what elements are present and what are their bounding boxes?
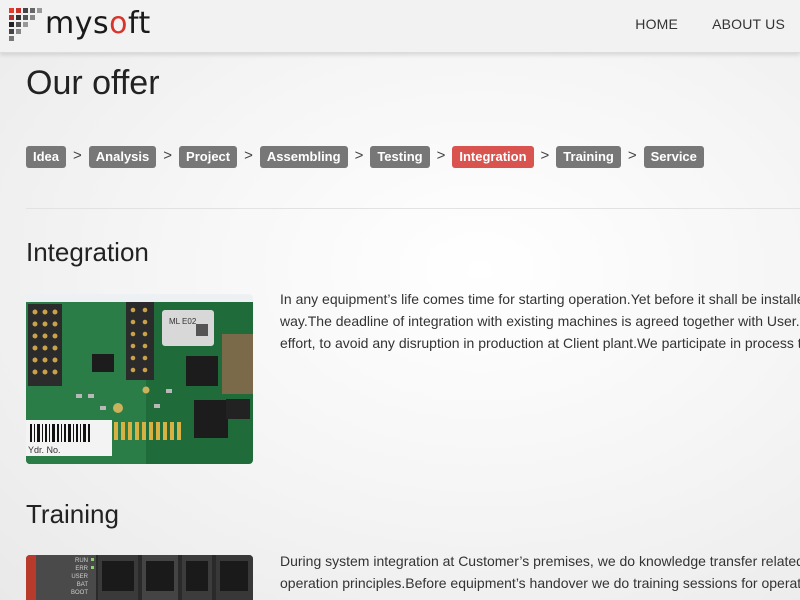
step-separator: >	[244, 146, 253, 164]
text-line: effort, to avoid any disruption in produ…	[280, 335, 800, 351]
nav-about-us-link[interactable]: ABOUT US	[712, 16, 785, 32]
section-divider	[26, 208, 800, 209]
plc-module-photo: RUN ERR USER BAT BOOT	[26, 555, 253, 600]
text-line: In any equipment’s life comes time for s…	[280, 291, 800, 307]
text-line: operation principles.Before equipment’s …	[280, 575, 800, 591]
circuit-board-photo: ML E02 Ydr. No.	[26, 294, 253, 464]
svg-text:RUN: RUN	[75, 558, 88, 564]
svg-text:USER: USER	[71, 574, 88, 580]
main-nav: HOME ABOUT US	[635, 16, 785, 32]
svg-text:ERR: ERR	[75, 566, 88, 572]
integration-description: In any equipment’s life comes time for s…	[280, 288, 800, 354]
step-separator: >	[163, 146, 173, 164]
nav-home-link[interactable]: HOME	[635, 16, 678, 32]
step-testing[interactable]: Testing	[370, 146, 430, 168]
text-line: way.The deadline of integration with exi…	[280, 313, 800, 329]
text-line: During system integration at Customer’s …	[280, 553, 800, 569]
integration-image: ML E02 Ydr. No.	[26, 294, 253, 464]
process-steps: Idea > Analysis > Project > Assembling >…	[26, 146, 704, 168]
svg-text:BAT: BAT	[77, 582, 89, 588]
step-project[interactable]: Project	[179, 146, 238, 168]
step-separator: >	[436, 146, 446, 164]
step-separator: >	[354, 146, 364, 164]
step-integration[interactable]: Integration	[452, 146, 534, 168]
training-description: During system integration at Customer’s …	[280, 550, 800, 594]
step-service[interactable]: Service	[643, 146, 704, 168]
svg-text:BOOT: BOOT	[71, 590, 88, 596]
logo-text: mysoft	[45, 6, 151, 41]
page-title: Our offer	[26, 64, 160, 102]
step-separator: >	[627, 146, 637, 164]
section-title-integration: Integration	[26, 237, 149, 267]
logo-mark-icon	[9, 8, 43, 42]
step-separator: >	[73, 146, 82, 164]
svg-text:ML E02: ML E02	[169, 317, 197, 326]
step-separator: >	[540, 146, 550, 164]
step-assembling[interactable]: Assembling	[259, 146, 348, 168]
site-header: mysoft HOME ABOUT US	[0, 0, 800, 53]
logo[interactable]: mysoft	[9, 5, 151, 45]
step-idea[interactable]: Idea	[26, 146, 67, 168]
training-image: RUN ERR USER BAT BOOT	[26, 555, 253, 600]
svg-text:Ydr. No.: Ydr. No.	[28, 445, 61, 455]
step-training[interactable]: Training	[556, 146, 621, 168]
step-analysis[interactable]: Analysis	[88, 146, 157, 168]
section-title-training: Training	[26, 499, 119, 529]
